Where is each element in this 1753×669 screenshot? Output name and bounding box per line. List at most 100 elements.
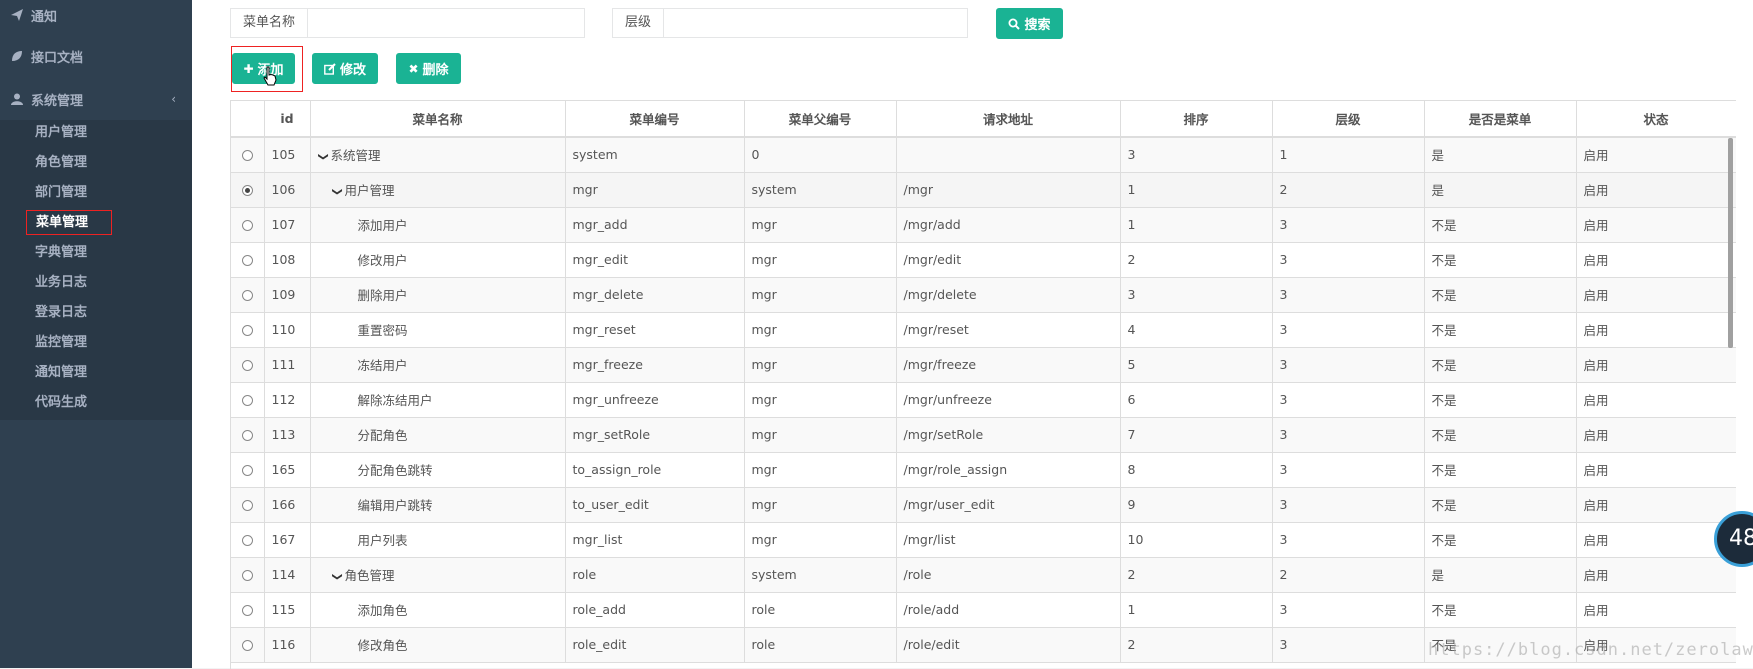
table-row[interactable]: 114 ❯ 角色管理 role system/role 2 2 是启用	[231, 557, 1736, 593]
sidebar-item-login-log[interactable]: 登录日志	[35, 300, 87, 326]
cell-url: /mgr/reset	[896, 312, 1121, 348]
cell-status: 启用	[1576, 347, 1736, 383]
header-menu-code[interactable]: 菜单编号	[565, 101, 745, 138]
row-radio[interactable]	[241, 325, 253, 336]
cell-menu-name: 用户列表	[310, 522, 566, 558]
cell-menu-name: 分配角色	[310, 417, 566, 453]
cell-menu-code: role	[565, 557, 745, 593]
table-row[interactable]: 165 分配角色跳转 to_assign_role mgr/mgr/role_assi…	[231, 452, 1736, 488]
cell-is-menu: 不是	[1424, 312, 1577, 348]
cell-is-menu: 不是	[1424, 277, 1577, 313]
header-is-menu[interactable]: 是否是菜单	[1424, 101, 1577, 138]
row-radio[interactable]	[241, 430, 253, 441]
cell-parent-code: 0	[744, 137, 897, 173]
sidebar-item-roles[interactable]: 角色管理	[35, 150, 87, 176]
menu-name-text: 冻结用户	[357, 358, 408, 373]
delete-button[interactable]: ✖ 删除	[396, 53, 461, 84]
sidebar-item-dictionary[interactable]: 字典管理	[35, 240, 87, 266]
row-radio[interactable]	[241, 395, 253, 406]
header-menu-name[interactable]: 菜单名称	[310, 101, 566, 138]
cell-status: 启用	[1576, 312, 1736, 348]
cell-status: 启用	[1576, 557, 1736, 593]
sidebar-item-departments[interactable]: 部门管理	[35, 180, 87, 206]
menu-name-text: 修改用户	[357, 253, 408, 268]
header-status[interactable]: 状态	[1576, 101, 1736, 138]
sidebar-item-api-docs[interactable]: 接口文档	[0, 41, 192, 71]
row-radio[interactable]	[241, 570, 253, 581]
edit-button[interactable]: 修改	[312, 53, 378, 84]
table-scrollbar[interactable]	[1728, 138, 1733, 348]
sidebar-item-system-management[interactable]: 系统管理 ‹	[0, 84, 192, 114]
table-row[interactable]: 115 添加角色 role_add role/role/add 1 3 不是 启用	[231, 592, 1736, 628]
sidebar-item-business-log[interactable]: 业务日志	[35, 270, 87, 296]
cell-url: /mgr/setRole	[896, 417, 1121, 453]
row-radio[interactable]	[241, 255, 253, 266]
cell-parent-code: mgr	[744, 452, 897, 488]
cell-menu-name: 编辑用户跳转	[310, 487, 566, 523]
cell-menu-name: ❯ 用户管理	[310, 172, 566, 208]
chevron-down-icon[interactable]: ❯	[331, 188, 342, 198]
cell-url: /role/add	[896, 592, 1121, 628]
menu-name-text: 角色管理	[344, 568, 395, 583]
table-row[interactable]: 166 编辑用户跳转 to_user_edit mgr/mgr/user_edit 9 3…	[231, 487, 1736, 523]
header-parent-code[interactable]: 菜单父编号	[744, 101, 897, 138]
table-row[interactable]: 113 分配角色 mgr_setRole mgr/mgr/setRole 7 3 不是 启用	[231, 417, 1736, 453]
cell-select	[231, 312, 265, 348]
cell-level: 3	[1272, 522, 1425, 558]
cell-select	[231, 627, 265, 663]
table-row[interactable]: 167 用户列表 mgr_list mgr/mgr/list 10 3 不是 启用	[231, 522, 1736, 558]
cell-level: 3	[1272, 592, 1425, 628]
cell-menu-code: mgr_edit	[565, 242, 745, 278]
row-radio[interactable]	[241, 640, 253, 651]
sidebar-item-notice[interactable]: 通知	[0, 0, 192, 30]
table-row[interactable]: 110 重置密码 mgr_reset mgr/mgr/reset 4 3 不是 启用	[231, 312, 1736, 348]
sidebar-item-notice-management[interactable]: 通知管理	[35, 360, 87, 386]
menu-name-text: 重置密码	[357, 323, 408, 338]
sidebar-item-code-generation[interactable]: 代码生成	[35, 390, 87, 416]
header-id[interactable]: id	[264, 101, 311, 138]
search-icon	[1008, 18, 1021, 30]
row-radio[interactable]	[241, 290, 253, 301]
hand-cursor-icon	[263, 66, 277, 86]
header-url[interactable]: 请求地址	[896, 101, 1121, 138]
cell-menu-name: 删除用户	[310, 277, 566, 313]
cell-select	[231, 347, 265, 383]
table-row[interactable]: 106 ❯ 用户管理 mgr system/mgr 1 2 是启用	[231, 172, 1736, 208]
search-button[interactable]: 搜索	[996, 8, 1063, 39]
cell-level: 2	[1272, 557, 1425, 593]
row-radio[interactable]	[241, 185, 253, 196]
cell-select	[231, 207, 265, 243]
table-row[interactable]: 107 添加用户 mgr_add mgr/mgr/add 1 3 不是 启用	[231, 207, 1736, 243]
cell-id: 166	[264, 487, 311, 523]
cell-parent-code: mgr	[744, 417, 897, 453]
row-radio[interactable]	[241, 150, 253, 162]
row-radio[interactable]	[241, 465, 253, 476]
chevron-down-icon[interactable]: ❯	[317, 153, 328, 163]
row-radio[interactable]	[241, 500, 253, 511]
cell-menu-name: 添加用户	[310, 207, 566, 243]
menu-name-input[interactable]	[308, 9, 584, 37]
table-row[interactable]: 105 ❯ 系统管理 system 0 3 1 是启用	[231, 137, 1736, 173]
table-row[interactable]: 111 冻结用户 mgr_freeze mgr/mgr/freeze 5 3 不是 启用	[231, 347, 1736, 383]
watermark: https://blog.csdn.net/zerolaw	[1428, 640, 1753, 660]
cell-menu-code: mgr_add	[565, 207, 745, 243]
cell-url: /role	[896, 557, 1121, 593]
header-sort[interactable]: 排序	[1120, 101, 1273, 138]
cell-level: 3	[1272, 382, 1425, 418]
sidebar-item-monitor[interactable]: 监控管理	[35, 330, 87, 356]
row-radio[interactable]	[241, 605, 253, 616]
chevron-down-icon[interactable]: ❯	[331, 573, 342, 583]
table-row[interactable]: 109 删除用户 mgr_delete mgr/mgr/delete 3 3 不是 启用	[231, 277, 1736, 313]
row-radio[interactable]	[241, 535, 253, 546]
cell-menu-name: 修改角色	[310, 627, 566, 663]
table-row[interactable]: 108 修改用户 mgr_edit mgr/mgr/edit 2 3 不是 启用	[231, 242, 1736, 278]
level-input[interactable]	[664, 9, 967, 37]
table-row[interactable]: 112 解除冻结用户 mgr_unfreeze mgr/mgr/unfreeze 6 3 不…	[231, 382, 1736, 418]
sidebar-item-users[interactable]: 用户管理	[35, 120, 87, 146]
sidebar-item-menus[interactable]: 菜单管理	[26, 210, 112, 235]
row-radio[interactable]	[241, 220, 253, 231]
cell-sort: 1	[1120, 172, 1273, 208]
cell-is-menu: 是	[1424, 137, 1577, 173]
header-level[interactable]: 层级	[1272, 101, 1425, 138]
row-radio[interactable]	[241, 360, 253, 371]
